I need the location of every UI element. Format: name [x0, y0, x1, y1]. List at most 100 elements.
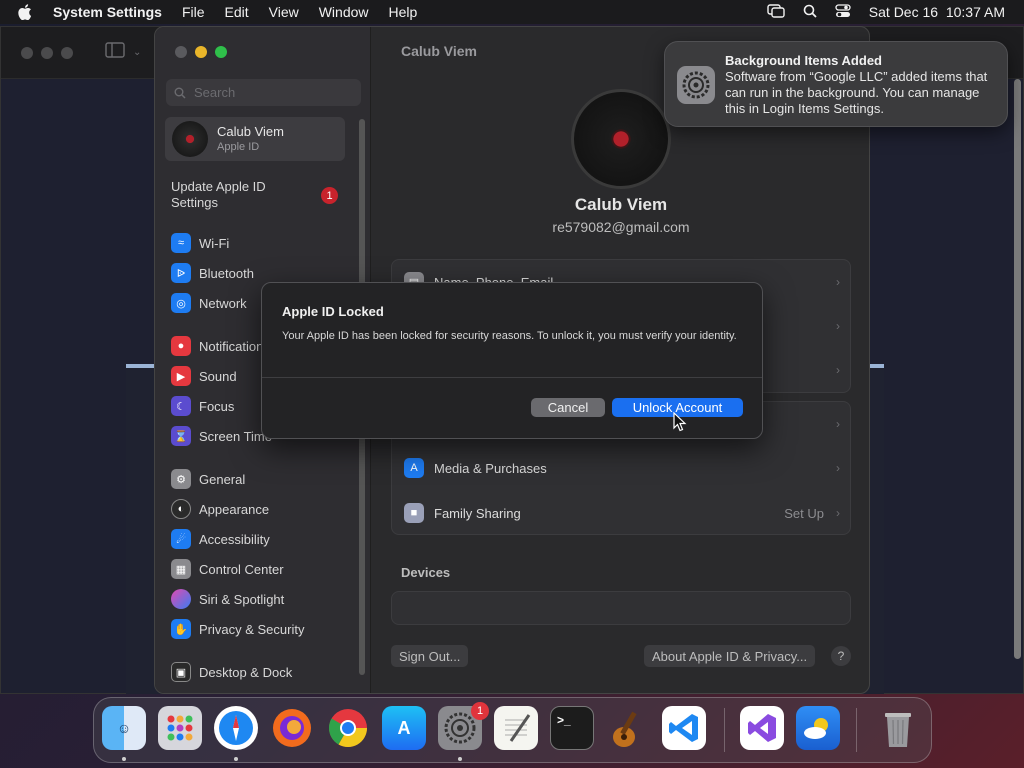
appearance-icon: ◐: [171, 499, 191, 519]
running-indicator: [234, 757, 238, 761]
menu-edit[interactable]: Edit: [225, 4, 249, 20]
weather-icon[interactable]: [796, 706, 840, 750]
chevron-right-icon: ›: [836, 461, 840, 475]
sidebar-item-screen-time[interactable]: ⌛ Screen Time: [171, 425, 272, 447]
gear-icon: ⚙: [171, 469, 191, 489]
system-settings-gear-icon: [677, 66, 715, 104]
running-indicator: [458, 757, 462, 761]
sidebar-item-siri[interactable]: Siri & Spotlight: [171, 588, 284, 610]
screen-mirroring-icon[interactable]: [767, 3, 785, 21]
account-name: Calub Viem: [217, 124, 284, 139]
apple-menu-icon[interactable]: [17, 4, 33, 20]
app-store-icon: A: [404, 458, 424, 478]
bell-icon: ●: [171, 336, 191, 356]
dock-separator: [856, 708, 857, 752]
sign-out-button[interactable]: Sign Out...: [391, 645, 469, 667]
garageband-icon[interactable]: [606, 706, 650, 750]
sidebar-item-wifi[interactable]: ≈ Wi-Fi: [171, 232, 229, 254]
sidebar-item-desktop-dock[interactable]: ▣ Desktop & Dock: [171, 661, 292, 683]
notification-banner[interactable]: Background Items Added Software from “Go…: [664, 41, 1008, 127]
scrollbar[interactable]: [1014, 79, 1021, 659]
app-store-icon[interactable]: A: [382, 706, 426, 750]
menu-file[interactable]: File: [182, 4, 205, 20]
avatar: [172, 121, 208, 157]
close-button[interactable]: [175, 46, 187, 58]
menu-bar: System Settings File Edit View Window He…: [0, 0, 1024, 24]
speaker-icon: ▶: [171, 366, 191, 386]
accessibility-icon: ☄: [171, 529, 191, 549]
family-sharing-value: Set Up: [784, 505, 824, 521]
dock-icon: ▣: [171, 662, 191, 682]
sidebar-item-notifications[interactable]: ● Notifications: [171, 335, 270, 357]
dialog-divider: [262, 377, 762, 378]
chevron-right-icon: ›: [836, 319, 840, 333]
menu-view[interactable]: View: [269, 4, 299, 20]
bluetooth-icon: ᐉ: [171, 263, 191, 283]
trash-icon[interactable]: [876, 706, 920, 750]
sidebar-item-focus[interactable]: ☾ Focus: [171, 395, 234, 417]
terminal-icon[interactable]: >_: [550, 706, 594, 750]
safari-icon[interactable]: [214, 706, 258, 750]
search-input[interactable]: Search: [166, 79, 361, 106]
devices-list: [391, 591, 851, 625]
zoom-button[interactable]: [215, 46, 227, 58]
menu-app-name[interactable]: System Settings: [53, 4, 162, 20]
launchpad-icon[interactable]: [158, 706, 202, 750]
zoom-button-inactive[interactable]: [61, 46, 73, 59]
dock-separator: [724, 708, 725, 752]
sidebar-item-control-center[interactable]: ▦ Control Center: [171, 558, 284, 580]
help-button[interactable]: ?: [831, 646, 851, 666]
family-icon: ■: [404, 503, 424, 523]
system-settings-badge: 1: [471, 702, 489, 720]
cancel-button[interactable]: Cancel: [531, 398, 605, 417]
control-center-icon[interactable]: [835, 3, 851, 21]
chevron-down-icon[interactable]: ⌄: [133, 47, 141, 58]
chevron-right-icon: ›: [836, 506, 840, 520]
search-icon[interactable]: [803, 4, 817, 21]
wifi-icon: ≈: [171, 233, 191, 253]
dialog-title: Apple ID Locked: [282, 304, 384, 319]
sidebar-item-general[interactable]: ⚙ General: [171, 468, 245, 490]
finder-icon[interactable]: ☺: [102, 706, 146, 750]
chevron-right-icon: ›: [836, 363, 840, 377]
mouse-cursor-icon: [673, 412, 687, 432]
control-center-icon: ▦: [171, 559, 191, 579]
close-button-inactive[interactable]: [21, 46, 33, 59]
profile-avatar[interactable]: [571, 89, 671, 189]
hand-icon: ✋: [171, 619, 191, 639]
siri-icon: [171, 589, 191, 609]
sidebar-item-sound[interactable]: ▶ Sound: [171, 365, 237, 387]
sidebar-item-network[interactable]: ◎ Network: [171, 292, 247, 314]
sidebar-item-bluetooth[interactable]: ᐉ Bluetooth: [171, 262, 254, 284]
update-badge: 1: [321, 187, 338, 204]
notification-body: Software from “Google LLC” added items t…: [725, 69, 988, 116]
sidebar-item-appearance[interactable]: ◐ Appearance: [171, 498, 269, 520]
menu-clock[interactable]: Sat Dec 16 10:37 AM: [869, 4, 1005, 20]
sidebar-item-apple-id[interactable]: Calub Viem Apple ID: [165, 117, 345, 161]
running-indicator: [122, 757, 126, 761]
menu-help[interactable]: Help: [389, 4, 418, 20]
sidebar-item-privacy-security[interactable]: ✋ Privacy & Security: [171, 618, 304, 640]
sidebar-toggle-icon[interactable]: [105, 42, 125, 63]
minimize-button[interactable]: [195, 46, 207, 58]
dialog-message: Your Apple ID has been locked for securi…: [282, 330, 737, 342]
vscode-icon[interactable]: [662, 706, 706, 750]
search-icon: [174, 87, 186, 99]
row-family-sharing[interactable]: ■ Family Sharing Set Up ›: [392, 491, 850, 535]
update-apple-id-settings[interactable]: Update Apple ID Settings: [171, 179, 281, 211]
profile-name: Calub Viem: [574, 195, 668, 214]
search-placeholder: Search: [194, 85, 236, 100]
minimize-button-inactive[interactable]: [41, 46, 53, 59]
chevron-right-icon: ›: [836, 275, 840, 289]
textedit-icon[interactable]: [494, 706, 538, 750]
row-media-purchases[interactable]: A Media & Purchases ›: [392, 446, 850, 490]
globe-icon: ◎: [171, 293, 191, 313]
chrome-icon[interactable]: [326, 706, 370, 750]
about-apple-id-button[interactable]: About Apple ID & Privacy...: [644, 645, 816, 667]
moon-icon: ☾: [171, 396, 191, 416]
hourglass-icon: ⌛: [171, 426, 191, 446]
firefox-icon[interactable]: [270, 706, 314, 750]
visual-studio-icon[interactable]: [740, 706, 784, 750]
menu-window[interactable]: Window: [319, 4, 369, 20]
sidebar-item-accessibility[interactable]: ☄ Accessibility: [171, 528, 270, 550]
